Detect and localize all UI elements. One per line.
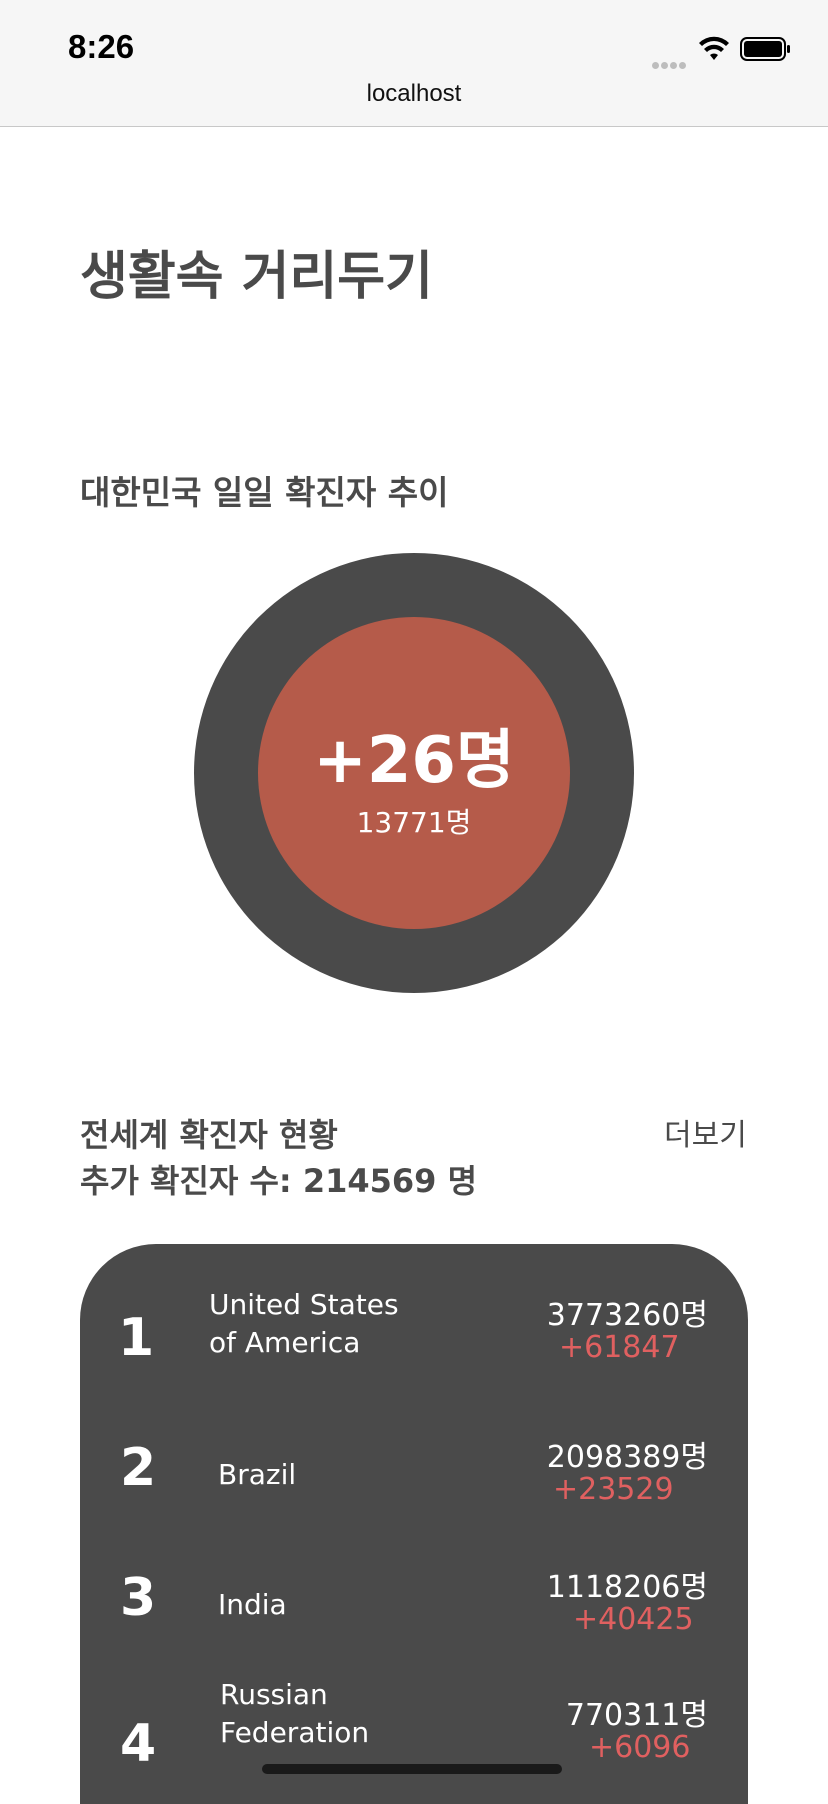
country-rank: 1	[118, 1308, 155, 1368]
country-name: Brazil	[218, 1458, 297, 1491]
world-added-cases: 추가 확진자 수: 214569 명	[80, 1162, 478, 1200]
country-new-cases: +6096	[589, 1730, 691, 1765]
country-total-cases: 2098389명	[546, 1440, 708, 1475]
browser-status-bar: 8:26 localhost	[0, 0, 828, 127]
wifi-icon	[699, 36, 729, 60]
page-title: 생활속 거리두기	[80, 247, 433, 307]
country-rank: 4	[120, 1714, 157, 1774]
country-row[interactable]: 3 India 1118206명 +40425	[80, 1538, 748, 1658]
country-new-cases: +40425	[573, 1602, 694, 1637]
country-rank: 3	[120, 1568, 157, 1628]
country-row[interactable]: 2 Brazil 2098389명 +23529	[80, 1408, 748, 1528]
battery-icon	[740, 37, 790, 61]
country-name: United States of America	[209, 1288, 399, 1359]
page-url[interactable]: localhost	[0, 80, 828, 108]
world-section-title: 전세계 확진자 현황	[80, 1116, 338, 1154]
country-total-cases: 1118206명	[546, 1570, 708, 1605]
daily-new-cases: +26명	[313, 724, 515, 798]
korea-daily-cases-donut: +26명 13771명	[194, 553, 634, 993]
total-cases: 13771명	[356, 806, 472, 839]
more-button[interactable]: 더보기	[664, 1110, 747, 1154]
korea-section-title: 대한민국 일일 확진자 추이	[80, 473, 449, 512]
country-rank: 2	[120, 1438, 157, 1498]
country-new-cases: +23529	[553, 1472, 674, 1507]
country-row[interactable]: 1 United States of America 3773260명 +618…	[80, 1278, 748, 1398]
country-name: India	[218, 1588, 287, 1621]
world-ranking-card: 1 United States of America 3773260명 +618…	[80, 1244, 748, 1804]
cellular-signal-icon	[652, 54, 692, 69]
country-total-cases: 770311명	[565, 1698, 708, 1733]
home-indicator[interactable]	[262, 1764, 562, 1774]
country-new-cases: +61847	[559, 1330, 680, 1365]
country-name: Russian Federation	[220, 1678, 370, 1749]
korea-daily-cases-center: +26명 13771명	[258, 617, 570, 929]
status-time: 8:26	[68, 28, 135, 65]
country-total-cases: 3773260명	[546, 1298, 708, 1333]
